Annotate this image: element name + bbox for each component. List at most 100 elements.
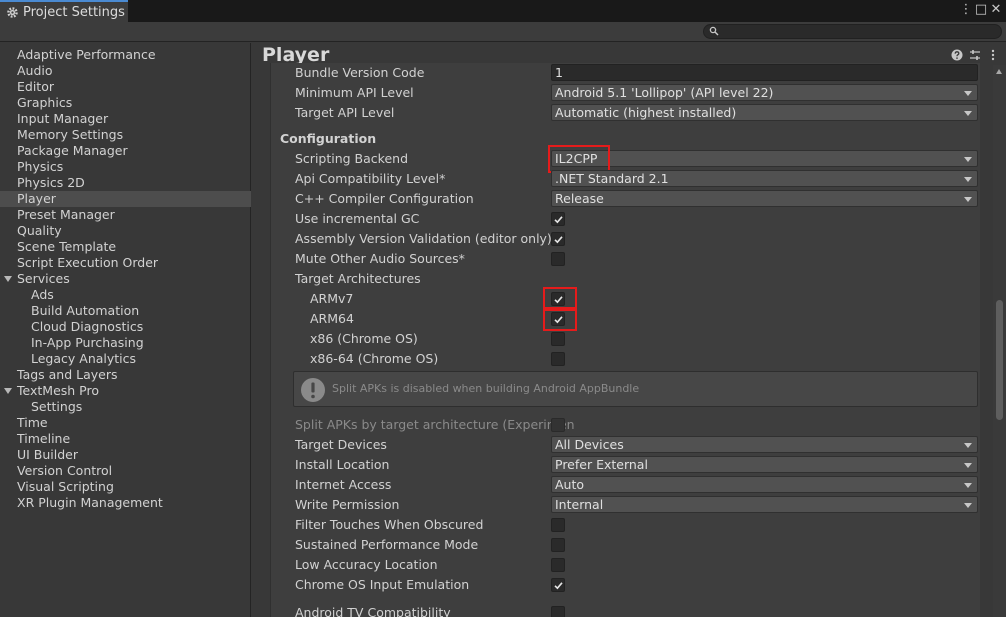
sidebar-item-scene-template[interactable]: Scene Template <box>0 239 251 255</box>
setting-label: ARMv7 <box>310 291 354 306</box>
setting-row-api-compatibility-level: Api Compatibility Level* .NET Standard 2.… <box>271 169 978 189</box>
target-devices-dropdown[interactable]: All Devices <box>551 436 978 453</box>
setting-label: Minimum API Level <box>295 85 414 100</box>
sidebar-item-package-manager[interactable]: Package Manager <box>0 143 251 159</box>
expand-arrow-icon[interactable] <box>4 276 12 282</box>
dropdown-arrow-icon <box>964 157 972 162</box>
setting-row-filter-touches-when-obscured: Filter Touches When Obscured <box>271 515 971 535</box>
preset-sliders-icon[interactable] <box>969 49 981 61</box>
sidebar-item-tags-and-layers[interactable]: Tags and Layers <box>0 367 251 383</box>
sidebar-item-label: Legacy Analytics <box>31 351 137 366</box>
field-value: .NET Standard 2.1 <box>555 171 669 186</box>
expand-arrow-icon[interactable] <box>4 388 12 394</box>
sidebar-item-ui-builder[interactable]: UI Builder <box>0 447 251 463</box>
vertical-scrollbar[interactable] <box>993 65 1006 617</box>
setting-label: C++ Compiler Configuration <box>295 191 474 206</box>
sidebar-item-services[interactable]: Services <box>0 271 251 287</box>
target-api-level-dropdown[interactable]: Automatic (highest installed) <box>551 104 978 121</box>
sidebar-item-editor[interactable]: Editor <box>0 79 251 95</box>
sidebar-item-label: UI Builder <box>17 447 79 462</box>
assembly-version-validation-editor-only-checkbox[interactable] <box>551 232 565 246</box>
dropdown-arrow-icon <box>964 463 972 468</box>
sustained-performance-mode-checkbox[interactable] <box>551 538 565 552</box>
sidebar-item-quality[interactable]: Quality <box>0 223 251 239</box>
sidebar-item-physics[interactable]: Physics <box>0 159 251 175</box>
dropdown-arrow-icon <box>964 177 972 182</box>
install-location-dropdown[interactable]: Prefer External <box>551 456 978 473</box>
sidebar-item-label: Ads <box>31 287 54 302</box>
low-accuracy-location-checkbox[interactable] <box>551 558 565 572</box>
c-compiler-configuration-dropdown[interactable]: Release <box>551 190 978 207</box>
sidebar-item-ads[interactable]: Ads <box>0 287 251 303</box>
sidebar-item-build-automation[interactable]: Build Automation <box>0 303 251 319</box>
use-incremental-gc-checkbox[interactable] <box>551 212 565 226</box>
api-compatibility-level-dropdown[interactable]: .NET Standard 2.1 <box>551 170 978 187</box>
sidebar-item-preset-manager[interactable]: Preset Manager <box>0 207 251 223</box>
sidebar-item-physics-2d[interactable]: Physics 2D <box>0 175 251 191</box>
bundle-version-code-input[interactable]: 1 <box>551 64 978 81</box>
sidebar-item-label: Timeline <box>17 431 71 446</box>
sidebar-item-script-execution-order[interactable]: Script Execution Order <box>0 255 251 271</box>
sidebar-item-visual-scripting[interactable]: Visual Scripting <box>0 479 251 495</box>
sidebar-item-legacy-analytics[interactable]: Legacy Analytics <box>0 351 251 367</box>
sidebar-item-cloud-diagnostics[interactable]: Cloud Diagnostics <box>0 319 251 335</box>
minimum-api-level-dropdown[interactable]: Android 5.1 'Lollipop' (API level 22) <box>551 84 978 101</box>
sidebar-item-xr-plugin-management[interactable]: XR Plugin Management <box>0 495 251 511</box>
info-icon <box>301 378 325 402</box>
sidebar-item-version-control[interactable]: Version Control <box>0 463 251 479</box>
setting-label: Write Permission <box>295 497 400 512</box>
x86-chrome-os-checkbox[interactable] <box>551 332 565 346</box>
x86-64-chrome-os-checkbox[interactable] <box>551 352 565 366</box>
sidebar-item-settings[interactable]: Settings <box>0 399 251 415</box>
scroll-up-arrow-icon[interactable] <box>996 69 1002 74</box>
sidebar-item-input-manager[interactable]: Input Manager <box>0 111 251 127</box>
sidebar-item-in-app-purchasing[interactable]: In-App Purchasing <box>0 335 251 351</box>
write-permission-dropdown[interactable]: Internal <box>551 496 978 513</box>
sidebar-item-memory-settings[interactable]: Memory Settings <box>0 127 251 143</box>
android-tv-compatibility-checkbox[interactable] <box>551 606 565 617</box>
sidebar-item-label: Editor <box>17 79 54 94</box>
split-apks-by-target-architecture-experimen-checkbox[interactable] <box>551 418 565 432</box>
search-box[interactable] <box>703 24 1002 39</box>
setting-label: Assembly Version Validation (editor only… <box>295 231 552 246</box>
dropdown-arrow-icon <box>964 197 972 202</box>
dropdown-arrow-icon <box>964 111 972 116</box>
setting-row-x86-chrome-os: x86 (Chrome OS) <box>271 329 971 349</box>
search-input[interactable] <box>722 25 997 38</box>
kebab-menu-icon[interactable] <box>987 49 999 61</box>
setting-label: Split APKs by target architecture (Exper… <box>295 417 575 432</box>
sidebar-item-label: Version Control <box>17 463 113 478</box>
setting-row-target-architectures: Target Architectures <box>271 269 971 289</box>
field-value: Auto <box>555 477 585 492</box>
maximize-icon[interactable]: □ <box>974 2 988 17</box>
setting-label: ARM64 <box>310 311 354 326</box>
settings-sidebar: Adaptive Performance Audio Editor Graphics I… <box>0 43 251 617</box>
sidebar-item-timeline[interactable]: Timeline <box>0 431 251 447</box>
more-options-icon[interactable]: ⋮ <box>959 2 973 17</box>
scrollbar-thumb[interactable] <box>996 300 1003 420</box>
setting-label: Target API Level <box>295 105 395 120</box>
sidebar-item-textmesh-pro[interactable]: TextMesh Pro <box>0 383 251 399</box>
sidebar-item-label: In-App Purchasing <box>31 335 144 350</box>
sidebar-item-graphics[interactable]: Graphics <box>0 95 251 111</box>
setting-row-armv7: ARMv7 <box>271 287 971 311</box>
sidebar-item-player[interactable]: Player <box>0 191 251 207</box>
window-tab[interactable]: Project Settings <box>0 0 128 22</box>
internet-access-dropdown[interactable]: Auto <box>551 476 978 493</box>
field-value: Internal <box>555 497 604 512</box>
mute-other-audio-sources-checkbox[interactable] <box>551 252 565 266</box>
sidebar-item-adaptive-performance[interactable]: Adaptive Performance <box>0 47 251 63</box>
filter-touches-when-obscured-checkbox[interactable] <box>551 518 565 532</box>
setting-label: x86-64 (Chrome OS) <box>310 351 439 366</box>
chrome-os-input-emulation-checkbox[interactable] <box>551 578 565 592</box>
setting-row-sustained-performance-mode: Sustained Performance Mode <box>271 535 971 555</box>
close-icon[interactable]: ✕ <box>989 2 1003 17</box>
setting-label: Api Compatibility Level* <box>295 171 446 186</box>
setting-row-mute-other-audio-sources: Mute Other Audio Sources* <box>271 249 971 269</box>
help-icon[interactable] <box>951 49 963 61</box>
field-value: All Devices <box>555 437 624 452</box>
sidebar-item-audio[interactable]: Audio <box>0 63 251 79</box>
scripting-backend-dropdown[interactable]: IL2CPP <box>551 150 978 167</box>
sidebar-item-time[interactable]: Time <box>0 415 251 431</box>
setting-label: Low Accuracy Location <box>295 557 438 572</box>
